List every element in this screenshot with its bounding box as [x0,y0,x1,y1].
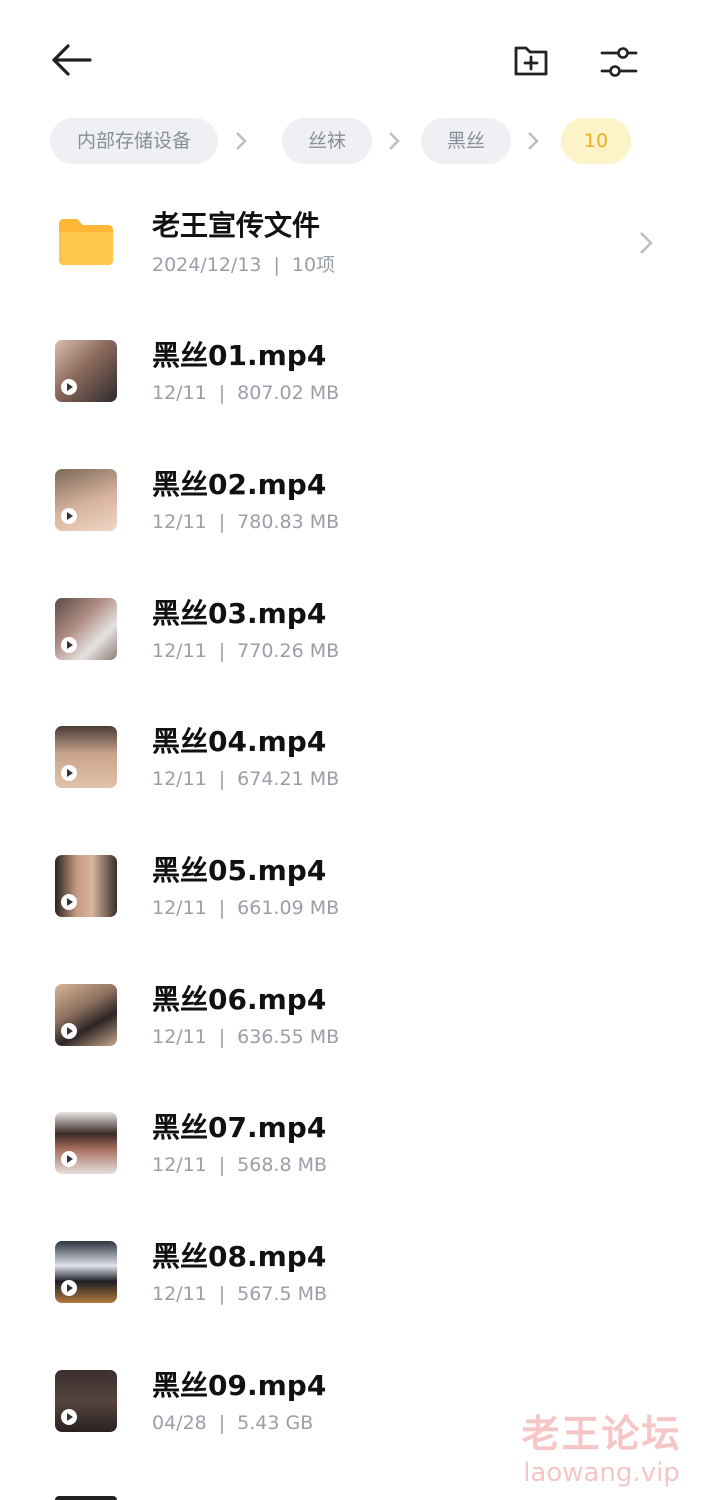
file-meta: 12/11 | 674.21 MB [152,768,340,790]
file-name: 黑丝04.mp4 [152,725,327,758]
play-icon [61,637,77,653]
file-size: 780.83 MB [237,511,340,533]
file-meta: 12/11 | 661.09 MB [152,897,340,919]
breadcrumb-current-folder[interactable]: 10 [561,118,631,164]
video-thumbnail [55,1112,117,1174]
file-date: 12/11 [152,382,207,404]
file-meta: 12/11 | 780.83 MB [152,511,340,533]
breadcrumb-internal-storage[interactable]: 内部存储设备 [50,118,218,164]
play-icon [61,1023,77,1039]
video-thumbnail [55,855,117,917]
file-size: 807.02 MB [237,382,340,404]
file-size: 661.09 MB [237,897,340,919]
video-thumbnail [55,984,117,1046]
chevron-right-icon [640,232,653,254]
file-date: 12/11 [152,640,207,662]
chevron-right-icon [236,132,247,150]
file-name: 黑丝03.mp4 [152,597,327,630]
file-meta: 12/11 | 636.55 MB [152,1026,340,1048]
new-folder-icon[interactable] [508,40,554,82]
list-item[interactable]: 黑丝06.mp4 12/11 | 636.55 MB [0,952,704,1080]
file-size: 567.5 MB [237,1283,328,1305]
video-thumbnail [55,1370,117,1432]
file-meta: 12/11 | 770.26 MB [152,640,340,662]
file-name: 黑丝08.mp4 [152,1240,327,1273]
file-size: 568.8 MB [237,1154,328,1176]
video-thumbnail [55,340,117,402]
play-icon [61,765,77,781]
file-name: 黑丝06.mp4 [152,983,327,1016]
file-date: 12/11 [152,1283,207,1305]
file-size: 636.55 MB [237,1026,340,1048]
video-thumbnail-partial [55,1496,117,1500]
list-item[interactable]: 黑丝01.mp4 12/11 | 807.02 MB [0,308,704,436]
chevron-right-icon [528,132,539,150]
filter-sliders-icon[interactable] [596,40,642,82]
folder-item-count: 10项 [291,254,336,276]
play-icon [61,1151,77,1167]
watermark: 老王论坛 laowang.vip [514,1410,689,1488]
file-size: 674.21 MB [237,768,340,790]
file-date: 12/11 [152,897,207,919]
play-icon [61,379,77,395]
list-item[interactable]: 黑丝03.mp4 12/11 | 770.26 MB [0,566,704,694]
list-item[interactable]: 黑丝05.mp4 12/11 | 661.09 MB [0,823,704,951]
play-icon [61,1280,77,1296]
folder-date: 2024/12/13 [152,254,262,276]
file-name: 黑丝02.mp4 [152,468,327,501]
file-meta: 12/11 | 807.02 MB [152,382,340,404]
folder-meta: 2024/12/13 | 10项 [152,254,336,276]
back-arrow-icon[interactable] [48,40,94,80]
file-meta: 04/28 | 5.43 GB [152,1412,314,1434]
video-thumbnail [55,598,117,660]
file-size: 770.26 MB [237,640,340,662]
file-size: 5.43 GB [237,1412,314,1434]
top-bar [0,0,704,110]
file-date: 12/11 [152,768,207,790]
play-icon [61,508,77,524]
breadcrumb: 内部存储设备 丝袜 黑丝 10 [0,118,704,164]
video-thumbnail [55,726,117,788]
list-item[interactable]: 黑丝04.mp4 12/11 | 674.21 MB [0,694,704,822]
breadcrumb-black-stockings[interactable]: 黑丝 [421,118,511,164]
list-item[interactable]: 黑丝08.mp4 12/11 | 567.5 MB [0,1209,704,1337]
file-name: 黑丝01.mp4 [152,339,327,372]
chevron-right-icon [389,132,400,150]
folder-row[interactable]: 老王宣传文件 2024/12/13 | 10项 [0,178,704,306]
video-thumbnail [55,469,117,531]
file-date: 04/28 [152,1412,207,1434]
play-icon [61,894,77,910]
file-meta: 12/11 | 567.5 MB [152,1283,328,1305]
list-item[interactable]: 黑丝07.mp4 12/11 | 568.8 MB [0,1080,704,1208]
list-item[interactable]: 黑丝02.mp4 12/11 | 780.83 MB [0,437,704,565]
file-date: 12/11 [152,1026,207,1048]
file-date: 12/11 [152,1154,207,1176]
breadcrumb-stockings[interactable]: 丝袜 [282,118,372,164]
watermark-title: 老王论坛 [521,1412,682,1456]
file-name: 黑丝07.mp4 [152,1111,327,1144]
play-icon [61,1409,77,1425]
folder-icon [55,216,117,268]
folder-name: 老王宣传文件 [152,209,321,242]
file-meta: 12/11 | 568.8 MB [152,1154,328,1176]
video-thumbnail [55,1241,117,1303]
file-name: 黑丝05.mp4 [152,854,327,887]
watermark-site: laowang.vip [523,1458,680,1488]
file-name: 黑丝09.mp4 [152,1369,327,1402]
file-date: 12/11 [152,511,207,533]
